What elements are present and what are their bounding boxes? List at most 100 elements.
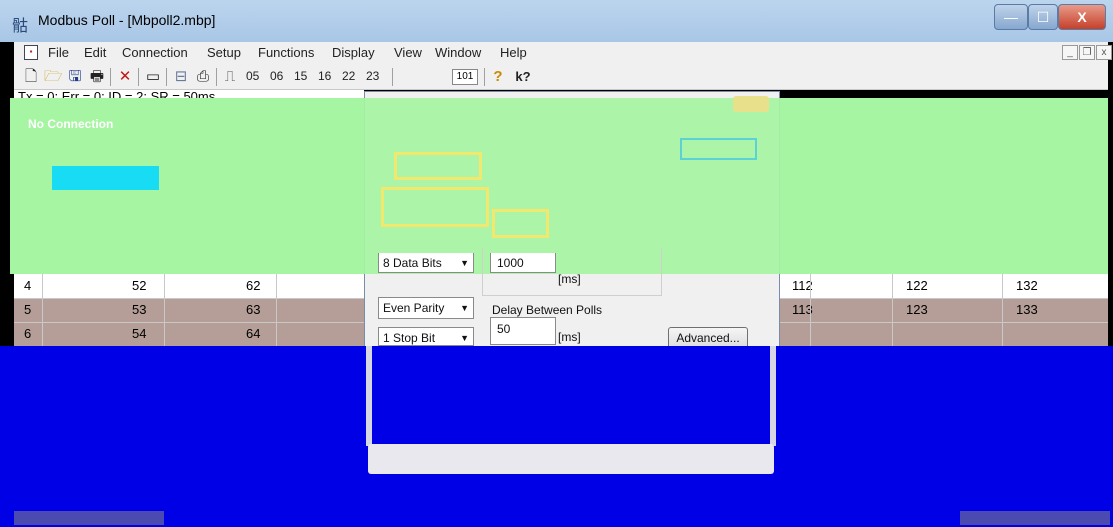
highlight-box[interactable] [381,187,489,227]
grid-line [810,274,811,346]
toolbar-separator [484,68,485,86]
function-16-button[interactable]: 16 [318,69,331,83]
connection-status: No Connection [28,117,114,131]
parity-select[interactable]: Even Parity ▼ [378,297,474,319]
disconnect-icon[interactable]: ✕ [116,68,134,86]
table-cell[interactable]: 133 [1016,302,1038,317]
print-icon[interactable]: 🖶 [88,68,106,86]
table-cell[interactable]: 64 [246,326,260,341]
highlight-box[interactable] [492,209,549,238]
table-cell[interactable]: 63 [246,302,260,317]
pulse-icon[interactable]: ⎍ [221,68,239,86]
menu-connection[interactable]: Connection [122,45,188,60]
menu-edit[interactable]: Edit [84,45,106,60]
masked-area [0,346,1113,527]
read-write-icon[interactable]: ⊟ [172,68,190,86]
menu-bar: ▪ File Edit Connection Setup Functions D… [14,42,1112,64]
menu-functions[interactable]: Functions [258,45,314,60]
menu-display[interactable]: Display [332,45,375,60]
data-bits-select[interactable]: 8 Data Bits ▼ [378,253,474,273]
delay-unit-label: [ms] [558,330,581,344]
close-button[interactable]: X [1058,4,1106,30]
toolbar: 🗋 🗁 🖫 🖶 ✕ ▭ ⊟ ⎙ ⎍ 05 06 15 16 22 23 101 … [14,64,1108,90]
dialog-edge [770,346,776,446]
table-row[interactable]: 4 52 62 [14,274,364,298]
function-06-button[interactable]: 06 [270,69,283,83]
data-bits-value: 8 Data Bits [383,256,442,270]
save-icon[interactable]: 🖫 [66,68,84,86]
menu-help[interactable]: Help [500,45,527,60]
table-row[interactable]: 112 122 132 [780,274,1108,298]
table-cell[interactable]: 54 [132,326,146,341]
timeout-groupbox [482,248,662,296]
function-15-button[interactable]: 15 [294,69,307,83]
status-bar-left [14,511,164,525]
table-cell[interactable]: 53 [132,302,146,317]
function-22-button[interactable]: 22 [342,69,355,83]
table-cell[interactable]: 122 [906,278,928,293]
table-cell[interactable]: 52 [132,278,146,293]
grid-line [14,298,364,299]
context-help-icon[interactable]: k? [512,68,534,86]
grid-line [14,322,364,323]
status-bar-right [960,511,1110,525]
data-table-left: 4 52 62 5 53 63 6 54 64 [14,274,364,346]
toolbar-separator [166,68,167,86]
app-icon: 骷 [12,18,29,35]
selected-cell[interactable] [52,166,159,190]
maximize-button[interactable]: ☐ [1028,4,1058,30]
menu-setup[interactable]: Setup [207,45,241,60]
grid-line [42,274,43,346]
count-button[interactable]: 101 [452,69,478,85]
stop-bits-select[interactable]: 1 Stop Bit ▼ [378,327,474,346]
toolbar-separator [392,68,393,86]
grid-line [276,274,277,346]
table-row[interactable] [780,322,1108,346]
open-folder-icon[interactable]: 🗁 [44,68,63,86]
grid-line [780,298,1108,299]
toolbar-separator [216,68,217,86]
menu-file[interactable]: File [48,45,69,60]
toolbar-separator [110,68,111,86]
table-row[interactable]: 113 123 133 [780,298,1108,322]
row-index: 5 [24,302,32,317]
mdi-minimize-button[interactable]: _ [1062,45,1078,60]
help-icon[interactable]: ? [490,68,506,86]
minimize-button[interactable]: — [994,4,1028,30]
data-table-right: 112 122 132 113 123 133 [780,274,1108,346]
new-file-icon[interactable]: 🗋 [22,68,40,86]
dialog-close-button[interactable] [733,96,769,112]
window-title: Modbus Poll - [Mbpoll2.mbp] [38,12,216,28]
table-cell[interactable]: 62 [246,278,260,293]
stop-bits-value: 1 Stop Bit [383,331,436,345]
delay-input[interactable]: 50 [490,317,556,345]
highlight-box[interactable] [394,152,482,180]
status-bar [0,508,1113,527]
mdi-close-button[interactable]: x [1096,45,1112,60]
window-icon[interactable]: ▭ [144,68,162,86]
grid-line [892,274,893,346]
menu-window[interactable]: Window [435,45,481,60]
chevron-down-icon: ▼ [460,333,469,343]
mdi-restore-button[interactable]: ❐ [1079,45,1095,60]
chevron-down-icon: ▼ [460,303,469,313]
function-05-button[interactable]: 05 [246,69,259,83]
toolbar-separator [138,68,139,86]
table-row[interactable]: 5 53 63 [14,298,364,322]
ok-button-outline[interactable] [680,138,757,160]
document-icon[interactable]: ▪ [24,45,38,60]
grid-line [780,322,1108,323]
table-row[interactable]: 6 54 64 [14,322,364,346]
delay-label: Delay Between Polls [492,303,603,317]
chevron-down-icon: ▼ [460,258,469,268]
grid-line [164,274,165,346]
dialog-footer [368,444,774,474]
print-preview-icon[interactable]: ⎙ [194,68,212,86]
table-cell[interactable]: 132 [1016,278,1038,293]
table-cell[interactable]: 123 [906,302,928,317]
function-23-button[interactable]: 23 [366,69,379,83]
dialog-edge [366,346,372,446]
row-index: 4 [24,278,32,293]
menu-view[interactable]: View [394,45,422,60]
row-index: 6 [24,326,32,341]
